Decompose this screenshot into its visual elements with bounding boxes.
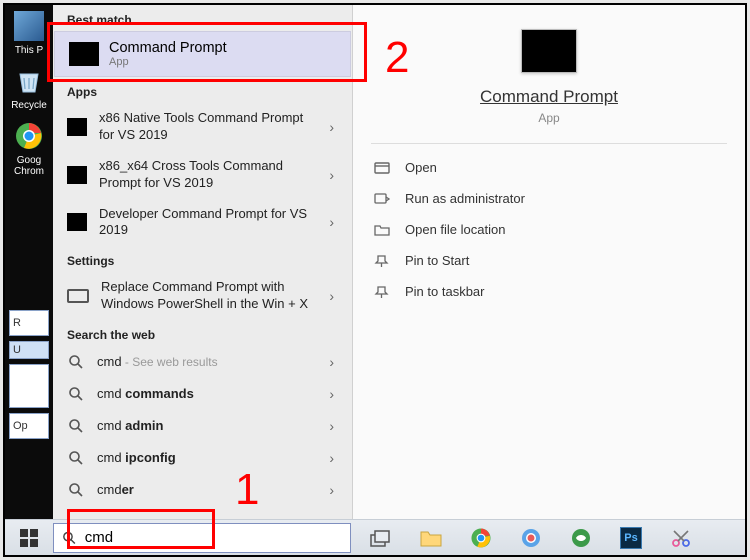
best-match-result[interactable]: Command Prompt App	[54, 31, 351, 77]
cmd-icon	[67, 118, 87, 136]
pin-icon	[373, 285, 391, 299]
window-peek-op[interactable]: Op	[9, 413, 49, 439]
window-peek-r[interactable]: R	[9, 310, 49, 336]
search-icon	[67, 449, 85, 467]
taskbar-app-green[interactable]	[559, 522, 603, 554]
search-icon	[62, 530, 77, 546]
action-run-admin[interactable]: Run as administrator	[371, 183, 727, 214]
start-search-panel: Best match Command Prompt App Apps x86 N…	[53, 5, 353, 527]
app-result-x86-native[interactable]: x86 Native Tools Command Prompt for VS 2…	[53, 103, 352, 151]
pin-icon	[373, 254, 391, 268]
preview-title[interactable]: Command Prompt	[353, 87, 745, 107]
desktop-icon-chrome[interactable]: Goog Chrom	[8, 121, 50, 177]
taskbar-photoshop[interactable]: Ps	[609, 522, 653, 554]
preview-pane: Command Prompt App Open Run as administr…	[353, 5, 745, 527]
chevron-right-icon: ›	[329, 288, 338, 304]
chevron-right-icon: ›	[329, 450, 338, 466]
cmd-icon	[69, 42, 99, 66]
divider	[371, 143, 727, 144]
action-pin-taskbar[interactable]: Pin to taskbar	[371, 276, 727, 307]
search-icon	[67, 385, 85, 403]
window-icon	[67, 289, 89, 303]
open-icon	[373, 161, 391, 175]
best-match-header: Best match	[53, 5, 352, 31]
settings-result-replace[interactable]: Replace Command Prompt with Windows Powe…	[53, 272, 352, 320]
search-input[interactable]	[85, 529, 342, 546]
window-peek-u[interactable]: U	[9, 341, 49, 359]
action-pin-start[interactable]: Pin to Start	[371, 245, 727, 276]
search-icon	[67, 353, 85, 371]
best-match-sub: App	[109, 56, 227, 68]
chevron-right-icon: ›	[329, 354, 338, 370]
admin-icon	[373, 192, 391, 206]
desktop-icon-thispc[interactable]: This P	[8, 11, 50, 56]
desktop-icon-recycle[interactable]: Recycle	[8, 66, 50, 111]
search-icon	[67, 417, 85, 435]
web-result-cmd[interactable]: cmd - See web results ›	[53, 346, 352, 378]
taskbar-explorer[interactable]	[409, 522, 453, 554]
chevron-right-icon: ›	[329, 386, 338, 402]
web-result-cmd-ipconfig[interactable]: cmd ipconfig ›	[53, 442, 352, 474]
chevron-right-icon: ›	[329, 418, 338, 434]
taskbar-search-box[interactable]	[53, 523, 351, 553]
preview-subtitle: App	[353, 111, 745, 125]
taskbar-taskview[interactable]	[359, 522, 403, 554]
web-result-cmd-commands[interactable]: cmd commands ›	[53, 378, 352, 410]
preview-app-icon	[521, 29, 577, 73]
taskbar-browser[interactable]	[509, 522, 553, 554]
search-web-header: Search the web	[53, 320, 352, 346]
start-button[interactable]	[5, 520, 53, 555]
chevron-right-icon: ›	[329, 119, 338, 135]
web-result-cmder[interactable]: cmder ›	[53, 474, 352, 501]
app-result-x86-x64[interactable]: x86_x64 Cross Tools Command Prompt for V…	[53, 151, 352, 199]
taskbar-snip[interactable]	[659, 522, 703, 554]
taskbar-chrome[interactable]	[459, 522, 503, 554]
web-result-cmd-admin[interactable]: cmd admin ›	[53, 410, 352, 442]
cmd-icon	[67, 166, 87, 184]
chevron-right-icon: ›	[329, 482, 338, 498]
cmd-icon	[67, 213, 87, 231]
app-result-developer[interactable]: Developer Command Prompt for VS 2019 ›	[53, 199, 352, 247]
annotation-num-1: 1	[235, 465, 259, 515]
desktop-windows-peek: R U Op	[5, 305, 53, 444]
desktop-strip: This P Recycle Goog Chrom	[5, 5, 53, 525]
action-open-location[interactable]: Open file location	[371, 214, 727, 245]
settings-header: Settings	[53, 246, 352, 272]
action-open[interactable]: Open	[371, 152, 727, 183]
best-match-title: Command Prompt	[109, 40, 227, 56]
window-peek-blank[interactable]	[9, 364, 49, 408]
chevron-right-icon: ›	[329, 167, 338, 183]
taskbar: Ps	[5, 519, 745, 555]
folder-icon	[373, 223, 391, 237]
apps-header: Apps	[53, 77, 352, 103]
search-icon	[67, 481, 85, 499]
chevron-right-icon: ›	[329, 214, 338, 230]
annotation-num-2: 2	[385, 33, 409, 83]
